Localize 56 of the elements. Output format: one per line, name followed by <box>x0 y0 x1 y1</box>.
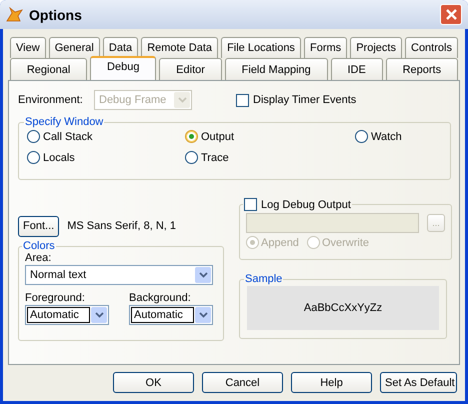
radio-label: Overwrite <box>322 236 369 248</box>
radio-button[interactable] <box>185 151 198 164</box>
close-icon <box>444 8 458 21</box>
area-dropdown[interactable]: Normal text <box>25 265 213 285</box>
tab[interactable]: Forms <box>304 37 348 58</box>
tab[interactable]: General <box>48 37 100 58</box>
dialog-button[interactable]: OK <box>113 372 194 393</box>
group-title: Sample <box>244 273 284 285</box>
log-file-field[interactable] <box>246 213 419 233</box>
font-description: MS Sans Serif, 8, N, 1 <box>67 220 176 232</box>
tab[interactable]: Editor <box>159 58 222 80</box>
foreground-dropdown[interactable]: Automatic <box>25 305 109 325</box>
radio-label: Output <box>201 130 234 142</box>
checkbox[interactable] <box>236 94 249 106</box>
tab[interactable]: Controls <box>404 37 458 58</box>
tab[interactable]: Debug <box>90 56 156 80</box>
radio-label: Watch <box>371 130 402 142</box>
background-dropdown[interactable]: Automatic <box>129 305 213 325</box>
checkbox[interactable] <box>244 198 257 211</box>
sample-preview: AaBbCcXxYyZz <box>247 286 439 330</box>
environment-label: Environment: <box>18 94 84 106</box>
radio-button[interactable] <box>185 130 198 143</box>
group-title: Specify Window <box>24 116 104 128</box>
tab[interactable]: View <box>10 37 46 58</box>
radio-button[interactable] <box>27 130 40 143</box>
foreground-label: Foreground: <box>25 292 86 304</box>
radio-label: Trace <box>201 152 229 164</box>
log-debug-output-label: Log Debug Output <box>261 198 351 210</box>
tab[interactable]: Regional <box>10 58 88 80</box>
tab[interactable]: Field Mapping <box>224 58 328 80</box>
display-timer-events-label: Display Timer Events <box>253 94 356 106</box>
dialog-button[interactable]: Help <box>291 372 372 393</box>
window-title: Options <box>29 6 83 22</box>
radio-label: Call Stack <box>43 130 93 142</box>
tab[interactable]: File Locations <box>221 37 301 58</box>
caret-icon <box>198 272 208 278</box>
radio-button[interactable] <box>355 130 368 143</box>
area-label: Area: <box>25 252 52 264</box>
radio-label: Append <box>261 236 299 248</box>
dialog-button[interactable]: Cancel <box>202 372 283 393</box>
font-button[interactable]: Font... <box>18 216 60 236</box>
group-title: Colors <box>22 240 56 252</box>
tab[interactable]: Remote Data <box>141 37 218 58</box>
radio-button[interactable] <box>27 151 40 164</box>
tab[interactable]: Projects <box>350 37 402 58</box>
caret-icon <box>198 312 208 318</box>
background-label: Background: <box>129 292 192 304</box>
tab[interactable]: IDE <box>330 58 383 80</box>
fox-icon <box>6 6 24 22</box>
tab[interactable]: Data <box>102 37 138 58</box>
radio-label: Locals <box>43 152 75 164</box>
close-button[interactable] <box>440 4 462 25</box>
caret-icon <box>178 97 186 103</box>
tab[interactable]: Reports <box>386 58 458 80</box>
caret-icon <box>94 312 104 318</box>
dialog-button[interactable]: Set As Default <box>380 372 457 393</box>
